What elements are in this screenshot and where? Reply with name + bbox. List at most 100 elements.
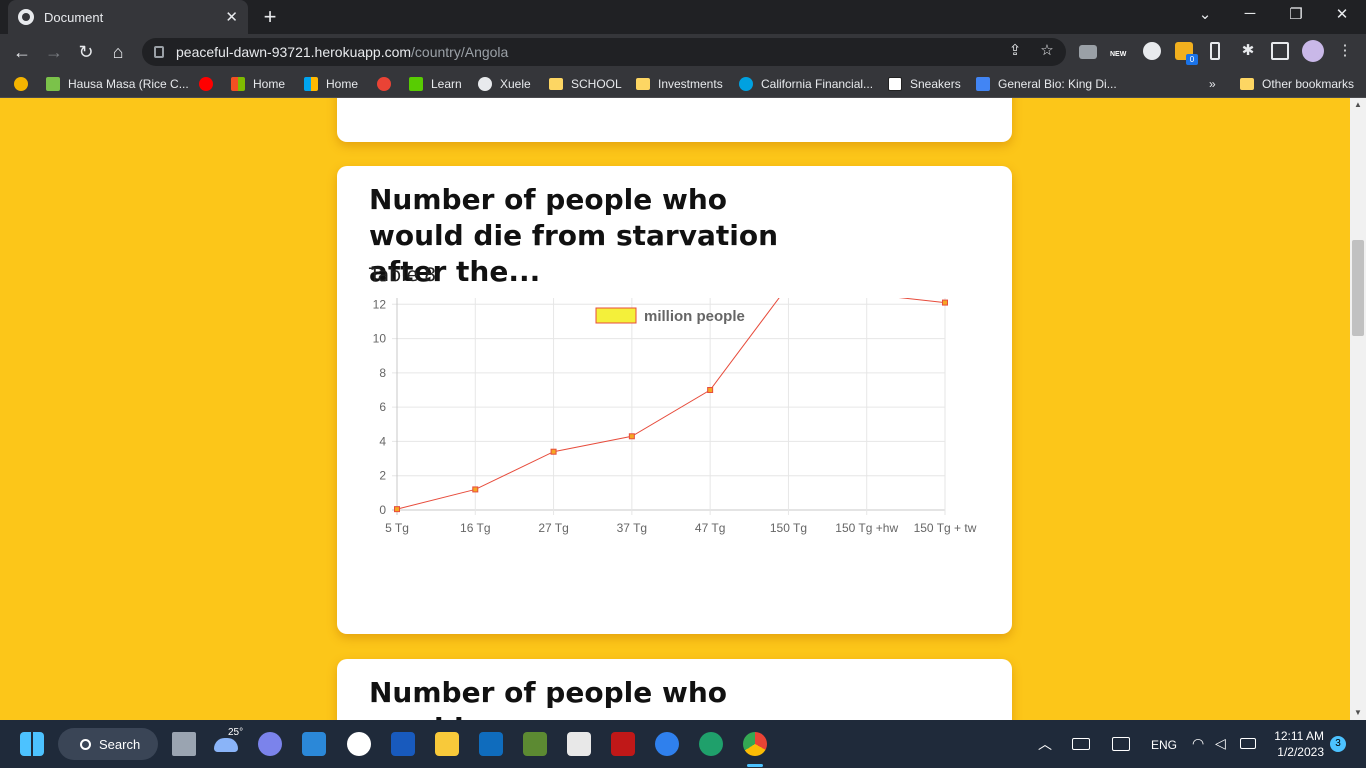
scroll-down-arrow-icon[interactable]: ▼: [1350, 706, 1366, 720]
x-tick-label: 150 Tg +hw: [835, 521, 898, 535]
lock-icon[interactable]: [154, 46, 164, 58]
x-tick-label: 150 Tg: [770, 521, 807, 535]
microsoft-icon: [231, 77, 245, 91]
bookmark-xuele[interactable]: Xuele: [478, 76, 531, 92]
bookmark-learn[interactable]: Learn: [409, 76, 462, 92]
battery-icon[interactable]: [1240, 738, 1256, 749]
data-point: [628, 433, 635, 440]
forward-button[interactable]: →: [42, 40, 66, 64]
bookmark-california-financial[interactable]: California Financial...: [739, 76, 873, 92]
bookmark-home-1[interactable]: Home: [231, 76, 285, 92]
tab-title: Document: [44, 9, 104, 25]
volume-icon[interactable]: ◁: [1215, 735, 1226, 752]
search-label: Search: [99, 736, 141, 752]
data-point: [550, 448, 557, 455]
next-card-title: Number of people who would: [369, 676, 727, 720]
close-window-button[interactable]: ✕: [1330, 5, 1354, 23]
side-panel-icon[interactable]: [1271, 42, 1289, 60]
duolingo-icon: [409, 77, 423, 91]
docs-icon: [976, 77, 990, 91]
minimize-button[interactable]: ─: [1238, 5, 1262, 22]
phone-extension-icon[interactable]: [1210, 42, 1220, 60]
address-bar[interactable]: peaceful-dawn-93721.herokuapp.com/countr…: [142, 38, 1066, 66]
system-clock[interactable]: 12:11 AM 1/2/2023: [1270, 728, 1324, 760]
unity-icon[interactable]: [567, 732, 591, 756]
x-tick-label: 27 Tg: [538, 521, 568, 535]
data-point: [394, 506, 400, 513]
weather-cloud-icon[interactable]: [214, 738, 238, 752]
x-tick-label: 16 Tg: [460, 521, 490, 535]
back-button[interactable]: ←: [10, 40, 34, 64]
scrollbar-thumb[interactable]: [1352, 240, 1364, 336]
s-extension-icon[interactable]: [1143, 42, 1161, 60]
share-icon[interactable]: ⇪: [1004, 41, 1026, 59]
camera-extension-icon[interactable]: [1079, 45, 1097, 59]
x-tick-label: 5 Tg: [385, 521, 409, 535]
display-icon[interactable]: [1112, 737, 1130, 751]
microsoft-store-icon[interactable]: [302, 732, 326, 756]
extension-count-badge: 0: [1186, 54, 1198, 65]
previous-chart-card: [337, 98, 1012, 142]
new-tab-button[interactable]: +: [258, 4, 282, 30]
bookmark-school[interactable]: SCHOOL: [549, 76, 622, 92]
taskbar-search[interactable]: Search: [58, 728, 158, 760]
windows-taskbar: Search 25° ︿ ENG ◠ ◁ 12:11 AM 1/2/2023 3: [0, 720, 1366, 768]
bookmarks-bar: Hausa Masa (Rice C... Home Home Learn Xu…: [0, 70, 1366, 98]
globe-icon: [18, 9, 34, 25]
bookmark-home-2[interactable]: Home: [304, 76, 358, 92]
language-indicator[interactable]: ENG: [1151, 738, 1177, 752]
home-button[interactable]: ⌂: [106, 40, 130, 64]
clock-time: 12:11 AM: [1274, 729, 1324, 743]
browser-tab[interactable]: Document ✕: [8, 0, 248, 34]
task-view-icon[interactable]: [172, 732, 196, 756]
scroll-up-arrow-icon[interactable]: ▲: [1350, 98, 1366, 112]
other-bookmarks[interactable]: Other bookmarks: [1240, 76, 1354, 92]
bookmarks-overflow-button[interactable]: »: [1209, 76, 1216, 92]
reload-button[interactable]: ↻: [74, 40, 98, 64]
new-extension-badge[interactable]: NEW: [1110, 51, 1126, 58]
folder-icon: [636, 78, 650, 90]
y-tick-label: 8: [379, 366, 386, 380]
outlook-icon[interactable]: [479, 732, 503, 756]
keyboard-icon[interactable]: [1072, 738, 1090, 750]
site-favicon-icon: [46, 77, 60, 91]
restore-button[interactable]: ❐: [1284, 5, 1308, 23]
bookmark-sneakers[interactable]: Sneakers: [888, 76, 961, 92]
bookmark-investments[interactable]: Investments: [636, 76, 723, 92]
puzzle-extensions-icon[interactable]: ✱: [1237, 41, 1259, 59]
browser-toolbar: ← → ↻ ⌂ peaceful-dawn-93721.herokuapp.co…: [0, 34, 1366, 70]
cloud-icon: [739, 77, 753, 91]
series-line: [396, 298, 946, 510]
pinwheel-icon[interactable]: [14, 76, 36, 92]
x-tick-label: 37 Tg: [617, 521, 647, 535]
m-logo-icon: [888, 77, 902, 91]
profile-avatar[interactable]: [1302, 40, 1324, 62]
page-scrollbar[interactable]: ▲ ▼: [1350, 98, 1366, 720]
clock-date: 1/2/2023: [1277, 745, 1324, 759]
mcafee-icon[interactable]: [611, 732, 635, 756]
url-text: peaceful-dawn-93721.herokuapp.com/countr…: [176, 44, 509, 60]
edge-icon[interactable]: [699, 732, 723, 756]
help-icon[interactable]: [655, 732, 679, 756]
webex-icon[interactable]: [347, 732, 371, 756]
data-point: [942, 299, 948, 306]
globe-icon: [478, 77, 492, 91]
bookmark-hausa-masa[interactable]: Hausa Masa (Rice C...: [46, 76, 189, 92]
chrome-icon[interactable]: [743, 732, 767, 756]
menu-kebab-icon[interactable]: ⋮: [1334, 41, 1356, 59]
teams-chat-icon[interactable]: [258, 732, 282, 756]
windows-start-icon[interactable]: [20, 732, 44, 756]
word-icon[interactable]: [391, 732, 415, 756]
tray-overflow-chevron-icon[interactable]: ︿: [1038, 734, 1052, 754]
wifi-icon[interactable]: ◠: [1192, 735, 1204, 752]
minecraft-icon[interactable]: [523, 732, 547, 756]
x-tick-label: 150 Tg + tw: [914, 521, 977, 535]
youtube-icon[interactable]: [199, 76, 221, 92]
tab-search-icon[interactable]: ⌄: [1193, 5, 1217, 23]
close-tab-icon[interactable]: ✕: [225, 8, 238, 26]
file-explorer-icon[interactable]: [435, 732, 459, 756]
bookmark-general-bio[interactable]: General Bio: King Di...: [976, 76, 1117, 92]
notification-badge[interactable]: 3: [1330, 736, 1346, 752]
bookmark-star-icon[interactable]: ☆: [1036, 41, 1058, 59]
photos-icon[interactable]: [377, 76, 399, 92]
